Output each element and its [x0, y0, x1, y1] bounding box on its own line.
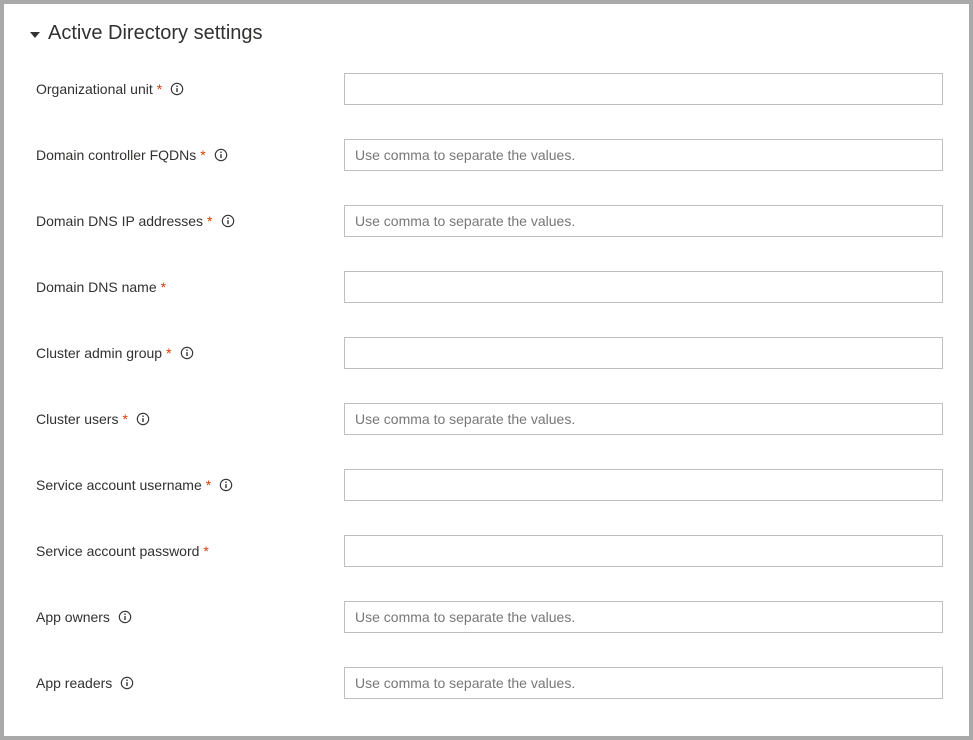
- field-row-domain-controller-fqdns: Domain controller FQDNs *: [36, 139, 943, 171]
- required-indicator: *: [207, 213, 212, 229]
- field-row-organizational-unit: Organizational unit *: [36, 73, 943, 105]
- section-title: Active Directory settings: [48, 22, 263, 45]
- info-icon[interactable]: [170, 82, 184, 96]
- required-indicator: *: [203, 543, 208, 559]
- info-icon[interactable]: [120, 676, 134, 690]
- field-label-wrap: Domain DNS IP addresses *: [36, 213, 344, 229]
- field-label-wrap: App readers: [36, 675, 344, 691]
- label-app-readers: App readers: [36, 675, 112, 691]
- field-label-wrap: Cluster admin group *: [36, 345, 344, 361]
- field-row-cluster-users: Cluster users *: [36, 403, 943, 435]
- field-row-domain-dns-name: Domain DNS name *: [36, 271, 943, 303]
- field-label-wrap: Service account password *: [36, 543, 344, 559]
- input-domain-dns-name[interactable]: [344, 271, 943, 303]
- input-cluster-users[interactable]: [344, 403, 943, 435]
- info-icon[interactable]: [118, 610, 132, 624]
- caret-down-icon: [30, 32, 40, 38]
- input-service-account-password[interactable]: [344, 535, 943, 567]
- label-cluster-admin-group: Cluster admin group: [36, 345, 162, 361]
- field-row-app-readers: App readers: [36, 667, 943, 699]
- field-label-wrap: Domain controller FQDNs *: [36, 147, 344, 163]
- info-icon[interactable]: [219, 478, 233, 492]
- info-icon[interactable]: [221, 214, 235, 228]
- input-app-readers[interactable]: [344, 667, 943, 699]
- settings-panel: Active Directory settings Organizational…: [4, 4, 969, 736]
- field-row-domain-dns-ip-addresses: Domain DNS IP addresses *: [36, 205, 943, 237]
- label-service-account-password: Service account password: [36, 543, 199, 559]
- field-label-wrap: Cluster users *: [36, 411, 344, 427]
- info-icon[interactable]: [136, 412, 150, 426]
- required-indicator: *: [161, 279, 166, 295]
- input-cluster-admin-group[interactable]: [344, 337, 943, 369]
- field-row-cluster-admin-group: Cluster admin group *: [36, 337, 943, 369]
- info-icon[interactable]: [180, 346, 194, 360]
- input-app-owners[interactable]: [344, 601, 943, 633]
- required-indicator: *: [206, 477, 211, 493]
- field-row-service-account-username: Service account username *: [36, 469, 943, 501]
- label-cluster-users: Cluster users: [36, 411, 118, 427]
- field-row-app-owners: App owners: [36, 601, 943, 633]
- label-domain-dns-name: Domain DNS name: [36, 279, 157, 295]
- field-label-wrap: Domain DNS name *: [36, 279, 344, 295]
- label-app-owners: App owners: [36, 609, 110, 625]
- input-service-account-username[interactable]: [344, 469, 943, 501]
- label-service-account-username: Service account username: [36, 477, 202, 493]
- required-indicator: *: [122, 411, 127, 427]
- required-indicator: *: [157, 81, 162, 97]
- label-domain-dns-ip-addresses: Domain DNS IP addresses: [36, 213, 203, 229]
- required-indicator: *: [166, 345, 171, 361]
- label-domain-controller-fqdns: Domain controller FQDNs: [36, 147, 196, 163]
- section-header[interactable]: Active Directory settings: [30, 22, 943, 45]
- input-domain-dns-ip-addresses[interactable]: [344, 205, 943, 237]
- input-organizational-unit[interactable]: [344, 73, 943, 105]
- info-icon[interactable]: [214, 148, 228, 162]
- input-domain-controller-fqdns[interactable]: [344, 139, 943, 171]
- field-label-wrap: Organizational unit *: [36, 81, 344, 97]
- field-row-service-account-password: Service account password *: [36, 535, 943, 567]
- required-indicator: *: [200, 147, 205, 163]
- field-label-wrap: App owners: [36, 609, 344, 625]
- field-label-wrap: Service account username *: [36, 477, 344, 493]
- label-organizational-unit: Organizational unit: [36, 81, 153, 97]
